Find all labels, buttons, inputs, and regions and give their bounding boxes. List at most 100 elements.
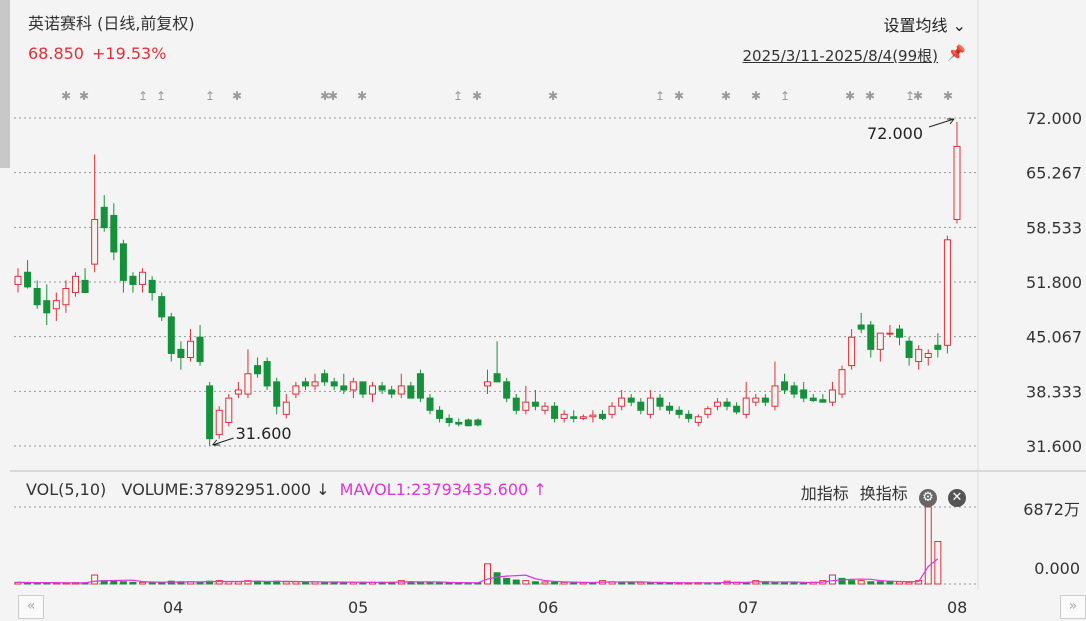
volume-bar: [876, 581, 884, 585]
gear-icon[interactable]: ⚙: [918, 489, 937, 507]
candle-body: [723, 401, 731, 407]
scroll-left-button[interactable]: «: [18, 595, 44, 619]
candle-body: [81, 279, 89, 294]
candle-body: [646, 397, 654, 415]
price-tick-label: 31.600: [1026, 437, 1082, 456]
volume-bar: [531, 581, 539, 585]
volume-bar: [560, 581, 568, 585]
vol-axis-bottom: 0.000: [1034, 559, 1080, 578]
add-indicator-button[interactable]: 加指标: [801, 484, 849, 503]
price-tick-label: 51.800: [1026, 273, 1082, 292]
event-marker-icon: ✱: [79, 89, 89, 103]
candle-body: [340, 385, 348, 391]
candle-body: [713, 401, 721, 407]
candle-body: [206, 385, 214, 440]
volume-bar: [828, 574, 836, 585]
event-marker-icon: ↥: [780, 89, 790, 103]
volume-bar: [905, 581, 913, 585]
candle-body: [388, 389, 396, 395]
volume-bar: [416, 581, 424, 585]
candle-body: [474, 419, 482, 426]
candle-body: [91, 218, 99, 265]
candle-body: [512, 397, 520, 411]
scroll-right-button[interactable]: »: [1060, 595, 1086, 619]
candle-body: [848, 336, 856, 367]
candle-body: [33, 287, 41, 306]
event-marker-icon: ↥: [655, 89, 665, 103]
candle-body: [445, 417, 453, 423]
candle-body: [934, 344, 942, 350]
event-marker-icon: ✱: [472, 89, 482, 103]
candle-body: [800, 389, 808, 399]
price-tick-label: 45.067: [1026, 328, 1082, 347]
candle-body: [464, 419, 472, 427]
candle-body: [742, 397, 750, 415]
volume-bar: [129, 581, 137, 585]
candle-body: [167, 316, 175, 354]
x-label-aug: 08: [947, 598, 968, 617]
candle-body: [915, 348, 923, 363]
candlestick-chart[interactable]: 72.000 65.267 58.533 51.800 45.067 38.333 31.6…: [0, 0, 1086, 621]
candle-body: [896, 328, 904, 338]
candle-body: [407, 385, 415, 399]
volume-bar: [646, 582, 654, 585]
volume-bar: [522, 580, 530, 585]
candle-body: [254, 365, 262, 375]
volume-bar: [119, 581, 127, 585]
volume-bar: [91, 574, 99, 585]
vol-axis-top: 6872万: [1023, 500, 1080, 519]
event-marker-icon: ✱: [865, 89, 875, 103]
candle-body: [234, 389, 242, 395]
switch-indicator-button[interactable]: 换指标: [860, 484, 908, 503]
volume-bar: [781, 581, 789, 585]
volume-bar: [493, 572, 501, 585]
mavol-line: [17, 558, 939, 584]
event-marker-icon: ✱: [674, 89, 684, 103]
event-marker-icon: ✱: [548, 89, 558, 103]
volume-bar: [857, 580, 865, 585]
vol-label: VOL(5,10): [26, 480, 107, 499]
candle-body: [598, 413, 606, 419]
candle-body: [493, 373, 501, 383]
candle-body: [148, 279, 156, 294]
candle-body: [579, 416, 587, 419]
volume-bar: [436, 582, 444, 585]
candle-body: [752, 397, 760, 403]
volume-bar: [848, 580, 856, 585]
volume-bar: [551, 581, 559, 585]
candle-body: [14, 275, 22, 285]
volume-bar: [139, 581, 147, 585]
candle-body: [426, 397, 434, 411]
candle-body: [675, 409, 683, 415]
close-icon[interactable]: ✕: [948, 489, 966, 507]
candle-body: [733, 405, 741, 413]
volume-bar: [512, 579, 520, 585]
volume-bar: [934, 541, 942, 585]
candle-body: [359, 381, 367, 395]
candle-body: [809, 397, 817, 402]
candle-body: [62, 287, 70, 306]
candle-body: [867, 324, 875, 350]
x-label-may: 05: [348, 598, 369, 617]
candle-body: [876, 332, 884, 350]
volume-bar: [627, 581, 635, 585]
volume-bar: [426, 581, 434, 585]
candle-body: [129, 275, 137, 285]
event-marker-icon: ✱: [328, 89, 338, 103]
event-marker-icon: ✱: [721, 89, 731, 103]
candle-body: [953, 145, 961, 220]
candle-body: [522, 401, 530, 411]
event-marker-icon: ✱: [845, 89, 855, 103]
low-label: 31.600: [236, 424, 292, 443]
event-marker-icon: ✱: [751, 89, 761, 103]
candle-body: [369, 385, 377, 395]
volume-bar: [771, 581, 779, 585]
candle-body: [215, 409, 223, 436]
indicator-tools: 加指标 换指标 ⚙ ✕: [795, 480, 966, 507]
candle-body: [531, 401, 539, 407]
volume-down-arrow-icon: ↓: [316, 480, 330, 499]
candle-body: [24, 271, 32, 288]
price-tick-label: 65.267: [1026, 164, 1082, 183]
candle-body: [608, 405, 616, 415]
high-label: 72.000: [867, 124, 923, 143]
